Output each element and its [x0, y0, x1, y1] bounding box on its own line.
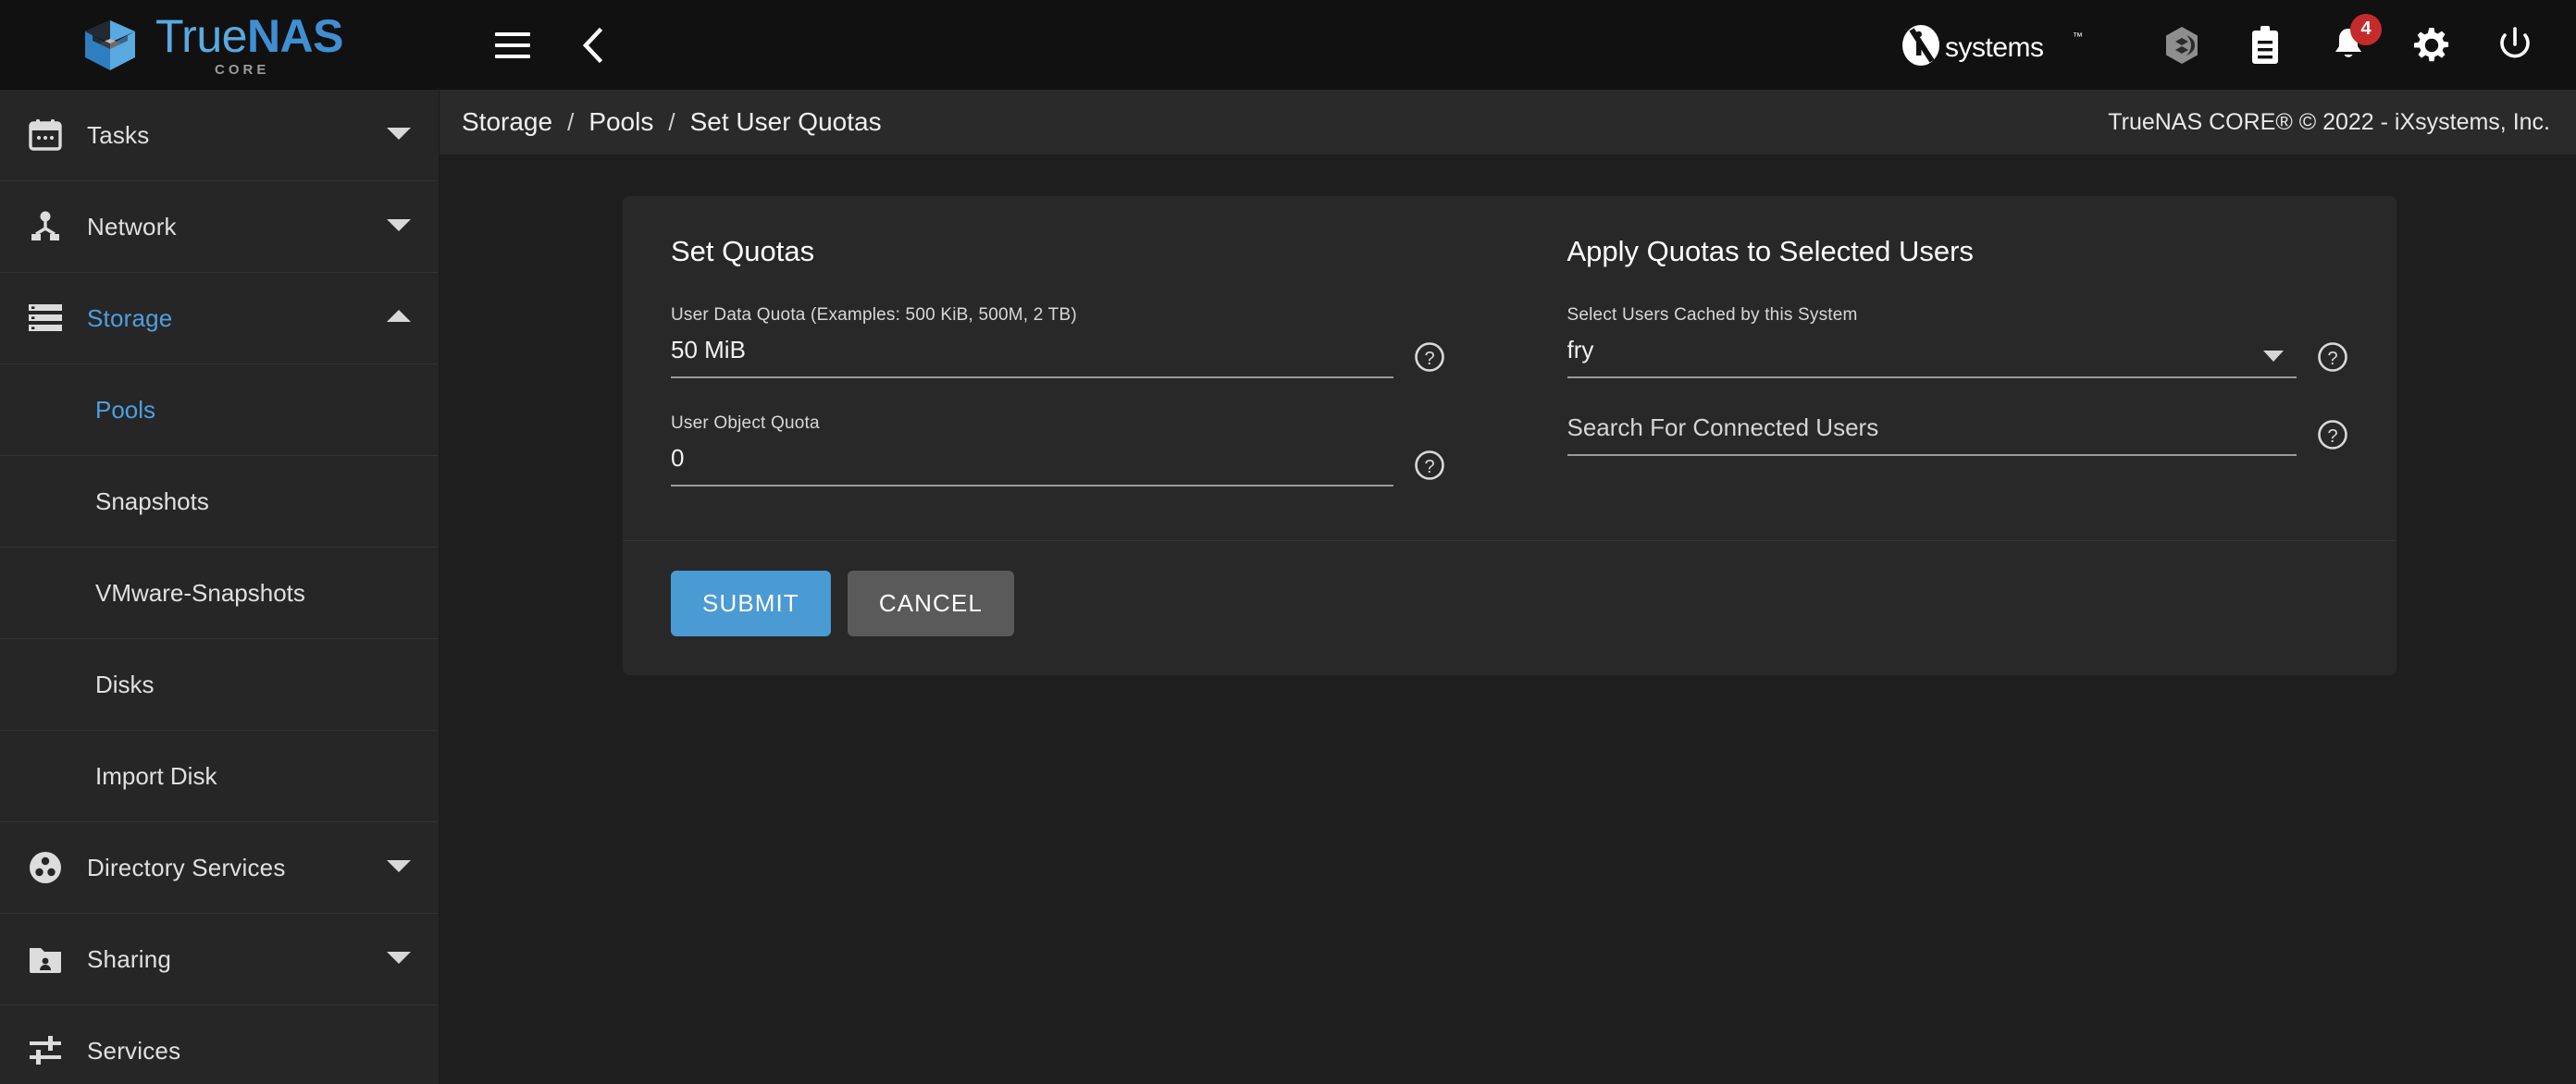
sidebar-navigation[interactable]: Tasks Network Storage Pools Snapshots VM… [0, 90, 440, 1084]
sidebar-subitem-label: Pools [95, 395, 156, 424]
select-users-cached-input[interactable] [1567, 336, 2297, 378]
sidebar-item-label: Storage [87, 303, 173, 332]
chevron-down-icon[interactable] [387, 126, 411, 145]
user-data-quota-input[interactable] [671, 336, 1393, 378]
svg-text:?: ? [1424, 457, 1434, 477]
search-connected-users-field: ? [1567, 413, 2349, 456]
sidebar-item-disks[interactable]: Disks [0, 639, 439, 731]
sidebar-item-label: Sharing [87, 944, 172, 973]
copyright-text: TrueNAS CORE® © 2022 - iXsystems, Inc. [2108, 108, 2550, 135]
settings-gear-icon[interactable] [2411, 25, 2452, 66]
svg-text:systems: systems [1945, 32, 2044, 63]
directory-services-icon [19, 846, 72, 889]
user-object-quota-field: User Object Quota ? [671, 413, 1445, 487]
hamburger-menu-icon[interactable] [495, 31, 530, 58]
chevron-down-icon[interactable] [387, 217, 411, 237]
notifications-bell-icon[interactable]: 4 [2328, 13, 2382, 66]
svg-text:?: ? [2327, 349, 2337, 369]
sidebar-item-directory-services[interactable]: Directory Services [0, 822, 439, 914]
cancel-button[interactable]: CANCEL [847, 571, 1014, 636]
notification-count-badge: 4 [2350, 13, 2382, 45]
chevron-down-icon[interactable] [2263, 351, 2284, 362]
search-connected-users-input[interactable] [1567, 413, 2297, 456]
sidebar-subitem-label: Import Disk [95, 761, 217, 790]
breadcrumb-separator: / [668, 107, 675, 136]
sidebar-subitem-label: VMware-Snapshots [95, 578, 305, 607]
svg-text:?: ? [2327, 426, 2337, 447]
chevron-down-icon[interactable] [387, 950, 411, 969]
truenas-cube-logo-icon [81, 18, 139, 72]
help-icon[interactable]: ? [2317, 419, 2348, 450]
help-icon[interactable]: ? [1414, 450, 1445, 481]
breadcrumb-item-pools[interactable]: Pools [588, 107, 653, 137]
main-content: Storage / Pools / Set User Quotas TrueNA… [440, 90, 2576, 1084]
set-user-quotas-card: Set Quotas User Data Quota (Examples: 50… [623, 196, 2396, 675]
sidebar-item-tasks[interactable]: Tasks [0, 90, 439, 181]
network-icon [19, 205, 72, 248]
sidebar-item-vmware-snapshots[interactable]: VMware-Snapshots [0, 548, 439, 639]
sidebar-item-services[interactable]: Services [0, 1005, 439, 1084]
user-data-quota-field: User Data Quota (Examples: 500 KiB, 500M… [671, 305, 1445, 378]
quota-form: Set Quotas User Data Quota (Examples: 50… [623, 196, 2396, 522]
sidebar-item-snapshots[interactable]: Snapshots [0, 456, 439, 548]
sidebar-item-label: Network [87, 212, 177, 240]
logo-text-nas: NAS [246, 10, 344, 62]
clipboard-icon[interactable] [2245, 25, 2285, 66]
chevron-down-icon[interactable] [387, 858, 411, 878]
breadcrumb-bar: Storage / Pools / Set User Quotas TrueNA… [440, 90, 2576, 154]
sidebar-item-sharing[interactable]: Sharing [0, 914, 439, 1005]
set-quotas-section: Set Quotas User Data Quota (Examples: 50… [650, 235, 1510, 522]
calendar-icon [19, 114, 72, 156]
sidebar-item-import-disk[interactable]: Import Disk [0, 731, 439, 822]
sidebar-item-network[interactable]: Network [0, 181, 439, 273]
breadcrumb-item-storage[interactable]: Storage [462, 107, 552, 137]
help-icon[interactable]: ? [2317, 341, 2348, 373]
sidebar-item-label: Tasks [87, 120, 150, 149]
select-users-cached-label: Select Users Cached by this System [1567, 305, 1858, 325]
user-data-quota-label: User Data Quota (Examples: 500 KiB, 500M… [671, 305, 1077, 325]
ixsystems-logo[interactable]: systems ™ [1901, 24, 2086, 67]
topbar-actions: systems ™ 4 [1901, 13, 2576, 67]
sidebar-item-label: Services [87, 1036, 181, 1065]
svg-text:?: ? [1424, 349, 1434, 369]
sidebar-item-label: Directory Services [87, 853, 286, 881]
section-title-set-quotas: Set Quotas [671, 235, 815, 267]
breadcrumb: Storage / Pools / Set User Quotas [462, 107, 882, 137]
breadcrumb-separator: / [567, 107, 575, 136]
apply-quotas-section: Apply Quotas to Selected Users Select Us… [1510, 235, 2370, 522]
select-users-cached-field: Select Users Cached by this System ? [1567, 305, 2349, 378]
breadcrumb-item-current: Set User Quotas [689, 107, 882, 136]
chevron-left-icon[interactable] [578, 27, 606, 64]
form-actions: SUBMIT CANCEL [623, 541, 2396, 675]
help-icon[interactable]: ? [1414, 341, 1445, 373]
user-object-quota-label: User Object Quota [671, 413, 820, 433]
sidebar-item-storage[interactable]: Storage [0, 273, 439, 364]
top-navigation-bar: TrueNAS CORE systems ™ 4 [0, 0, 2576, 90]
power-icon[interactable] [2495, 25, 2535, 66]
user-object-quota-input[interactable] [671, 444, 1393, 487]
sidebar-item-pools[interactable]: Pools [0, 364, 439, 456]
storage-icon [19, 297, 72, 339]
sidebar-subitem-label: Snapshots [95, 487, 209, 515]
svg-text:™: ™ [2073, 31, 2083, 43]
chevron-up-icon[interactable] [387, 309, 411, 328]
submit-button[interactable]: SUBMIT [671, 571, 831, 636]
logo-text-true: True [155, 10, 247, 62]
sharing-folder-icon [19, 938, 72, 980]
ix-cube-icon[interactable] [2161, 25, 2202, 66]
logo-edition-label: CORE [215, 62, 270, 78]
services-sliders-icon [19, 1029, 72, 1072]
sidebar-subitem-label: Disks [95, 670, 155, 698]
section-title-apply-quotas: Apply Quotas to Selected Users [1567, 235, 1974, 267]
truenas-logo[interactable]: TrueNAS CORE [0, 0, 440, 90]
